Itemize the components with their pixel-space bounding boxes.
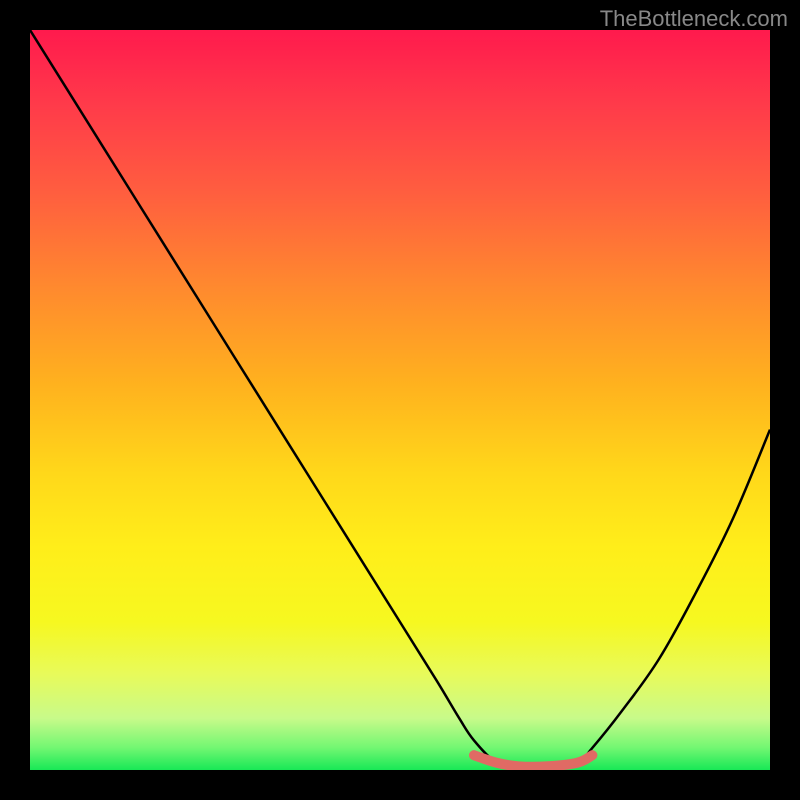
flat-bottom-highlight-path <box>474 755 592 767</box>
chart-svg <box>30 30 770 770</box>
bottleneck-curve-path <box>30 30 770 770</box>
watermark-text: TheBottleneck.com <box>600 6 788 32</box>
